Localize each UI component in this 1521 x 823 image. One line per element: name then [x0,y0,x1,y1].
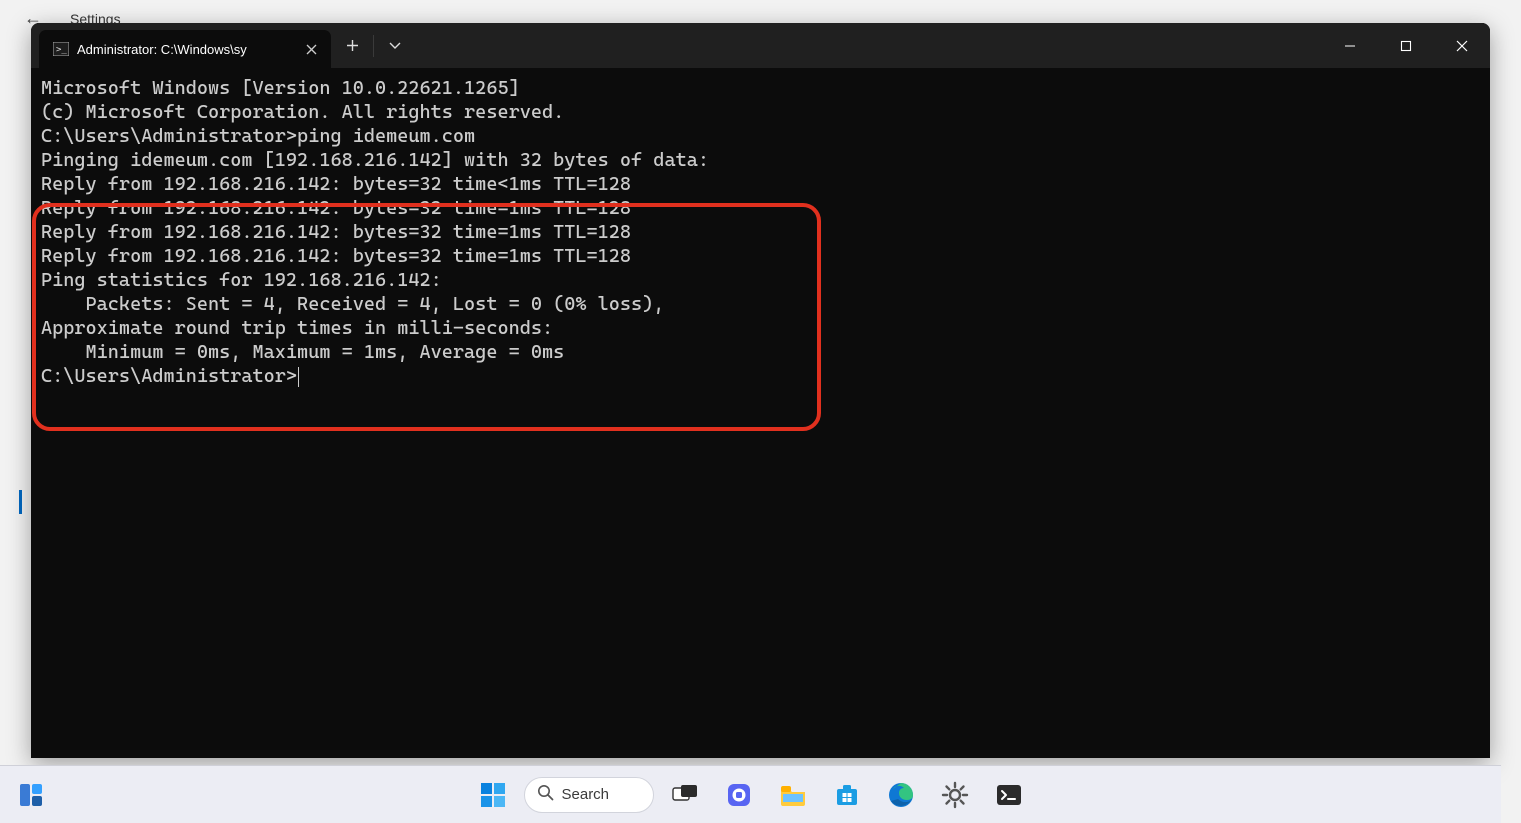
search-icon [537,784,554,805]
task-view-button[interactable] [662,772,708,818]
terminal-line: Pinging idemeum.com [192.168.216.142] wi… [41,148,1480,172]
cursor-icon [298,367,299,387]
tab-title: Administrator: C:\Windows\sy [77,42,301,57]
file-explorer-icon[interactable] [770,772,816,818]
search-label: Search [562,786,610,803]
settings-app-icon[interactable] [932,772,978,818]
terminal-line: C:\Users\Administrator>ping idemeum.com [41,124,1480,148]
new-tab-button[interactable] [331,23,373,68]
start-button[interactable] [470,772,516,818]
terminal-line: Reply from 192.168.216.142: bytes=32 tim… [41,196,1480,220]
terminal-line: Ping statistics for 192.168.216.142: [41,268,1480,292]
terminal-line: Minimum = 0ms, Maximum = 1ms, Average = … [41,340,1480,364]
terminal-app-icon[interactable] [986,772,1032,818]
terminal-line: Reply from 192.168.216.142: bytes=32 tim… [41,172,1480,196]
svg-text:>_: >_ [56,45,67,55]
taskbar: Search [0,765,1501,823]
close-button[interactable] [1434,23,1490,68]
terminal-line: Packets: Sent = 4, Received = 4, Lost = … [41,292,1480,316]
terminal-line: Reply from 192.168.216.142: bytes=32 tim… [41,244,1480,268]
taskbar-center: Search [470,772,1032,818]
microsoft-store-icon[interactable] [824,772,870,818]
minimize-button[interactable] [1322,23,1378,68]
terminal-line: (c) Microsoft Corporation. All rights re… [41,100,1480,124]
tabbar-rest [331,23,1490,68]
edge-browser-icon[interactable] [878,772,924,818]
maximize-button[interactable] [1378,23,1434,68]
tab-active[interactable]: >_ Administrator: C:\Windows\sy [39,30,331,68]
titlebar[interactable]: >_ Administrator: C:\Windows\sy [31,23,1490,68]
widgets-button[interactable] [8,772,54,818]
terminal-window: >_ Administrator: C:\Windows\sy [31,23,1490,758]
taskbar-search[interactable]: Search [524,777,654,813]
window-controls [1322,23,1490,68]
terminal-line: Microsoft Windows [Version 10.0.22621.12… [41,76,1480,100]
terminal-prompt: C:\Users\Administrator> [41,364,1480,388]
terminal-body[interactable]: Microsoft Windows [Version 10.0.22621.12… [31,68,1490,758]
tab-dropdown-button[interactable] [374,23,416,68]
tabbar-leading-spacer [31,23,39,69]
terminal-line: Reply from 192.168.216.142: bytes=32 tim… [41,220,1480,244]
terminal-icon: >_ [53,41,69,57]
accent-indicator [19,490,22,514]
tab-close-button[interactable] [301,39,321,59]
terminal-line: Approximate round trip times in milli-se… [41,316,1480,340]
chat-app-icon[interactable] [716,772,762,818]
